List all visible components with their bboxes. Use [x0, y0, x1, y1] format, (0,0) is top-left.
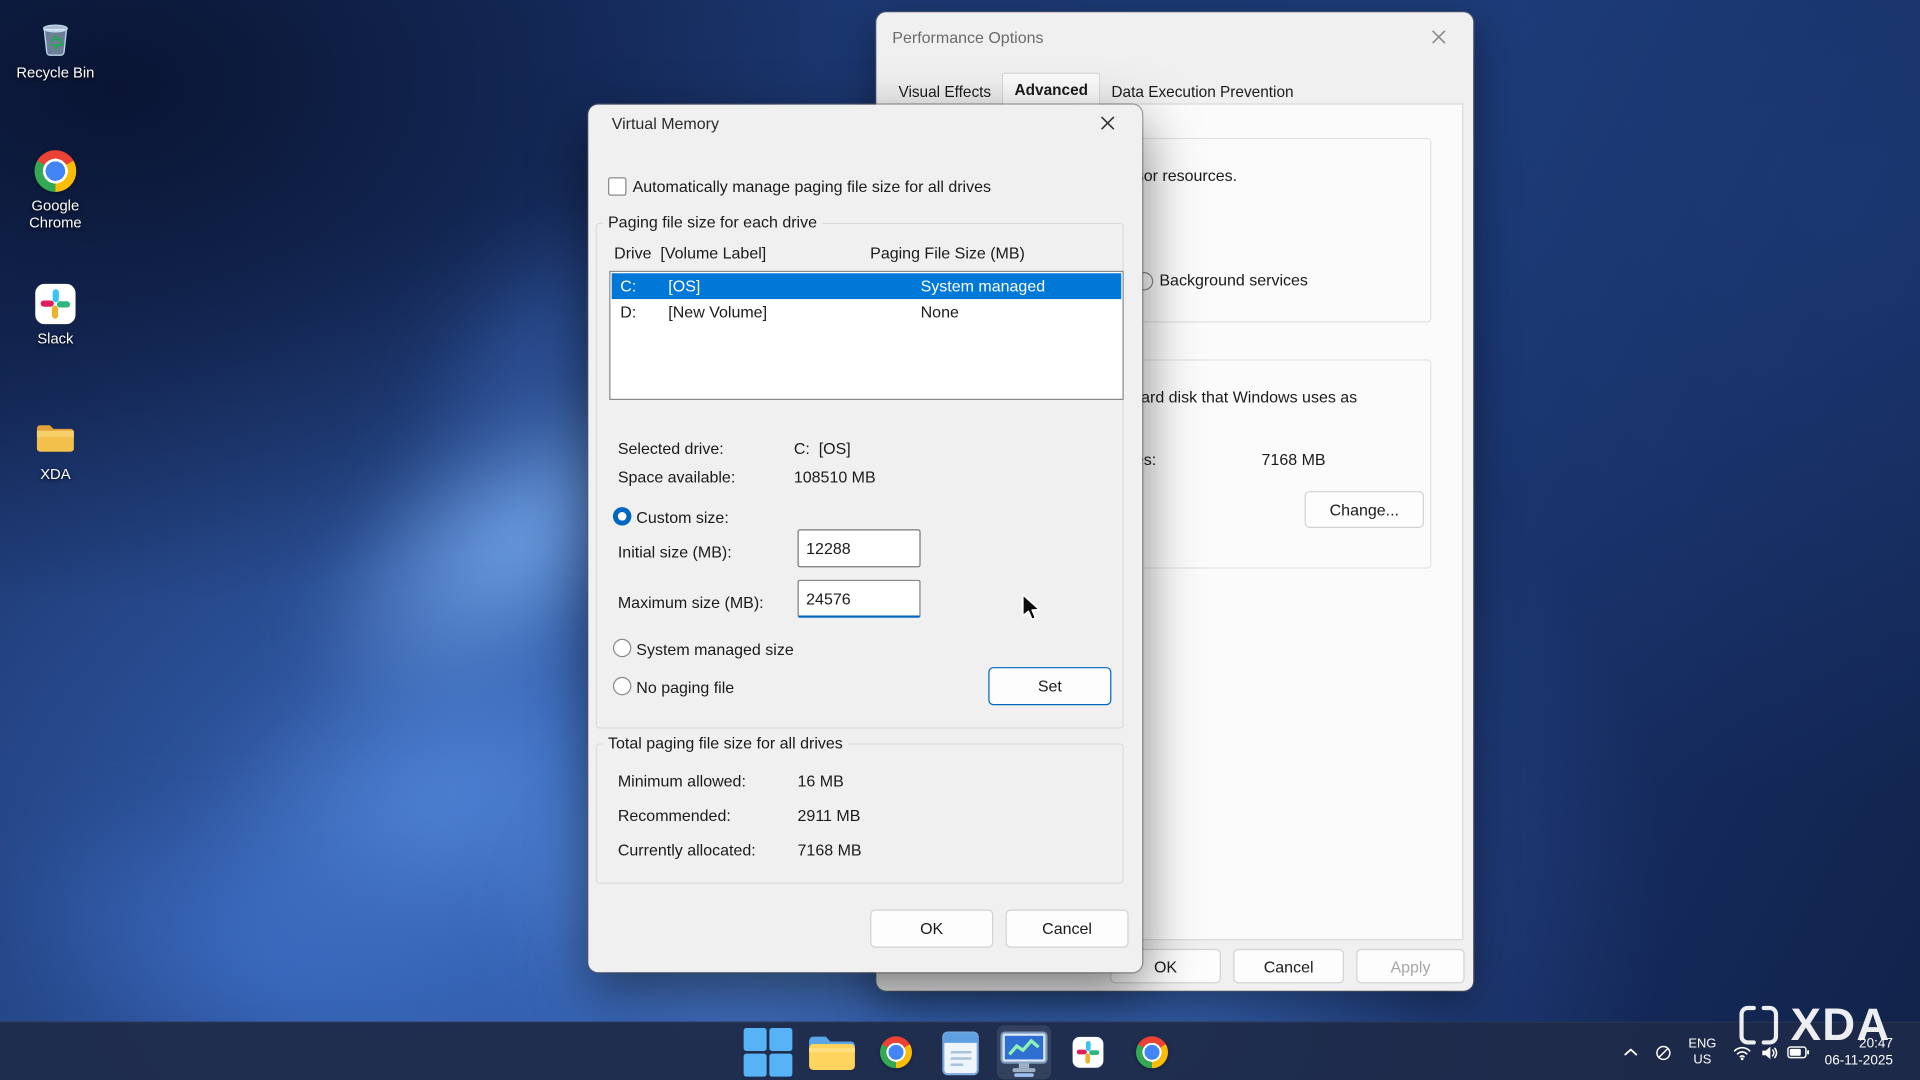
date: 06-11-2025 — [1824, 1053, 1893, 1069]
set-button[interactable]: Set — [988, 667, 1112, 706]
space-available-value: 108510 MB — [793, 467, 876, 487]
title-bar[interactable]: Virtual Memory — [588, 105, 1142, 142]
screen: Recycle Bin Google Chrome Slack XDA Perf… — [0, 0, 1920, 1080]
recommended-label: Recommended: — [617, 806, 731, 825]
drive-paging-size: System managed — [920, 276, 1046, 295]
drive-letter: D: — [620, 302, 637, 321]
column-header-size: Paging File Size (MB) — [870, 243, 1025, 263]
system-managed-label[interactable]: System managed size — [636, 640, 793, 658]
drive-letter: C: — [620, 276, 637, 295]
cancel-button[interactable]: Cancel — [1005, 909, 1129, 948]
language-line1: ENG — [1688, 1036, 1717, 1051]
notepad-icon — [942, 1031, 979, 1076]
total-paging-group-label: Total paging file size for all drives — [603, 733, 848, 752]
xda-logo-icon — [1739, 1005, 1778, 1044]
auto-manage-label[interactable]: Automatically manage paging file size fo… — [633, 177, 991, 195]
auto-manage-checkbox[interactable] — [607, 177, 627, 196]
selected-drive-label: Selected drive: — [617, 439, 724, 458]
cancel-button[interactable]: Cancel — [1233, 948, 1344, 984]
desktop-icon-label: Recycle Bin — [16, 63, 95, 82]
maximum-size-input[interactable] — [797, 579, 921, 618]
space-available-label: Space available: — [617, 467, 736, 487]
initial-size-input[interactable] — [797, 529, 921, 568]
dialog-title: Performance Options — [892, 28, 1044, 47]
xda-watermark-text: XDA — [1790, 999, 1891, 1050]
close-icon[interactable] — [1081, 105, 1135, 142]
file-explorer-button[interactable] — [805, 1025, 859, 1079]
apply-button: Apply — [1356, 948, 1465, 984]
chrome-icon — [4, 145, 107, 192]
desktop-icon-slack[interactable]: Slack — [4, 278, 107, 347]
total-paging-value: 7168 MB — [1261, 450, 1326, 469]
recycle-bin-icon — [4, 12, 107, 59]
dialog-title: Virtual Memory — [611, 114, 719, 133]
drive-list[interactable]: C: [OS] System managed D: [New Volume] N… — [609, 270, 1124, 400]
drive-volume: [OS] — [668, 276, 701, 295]
selected-drive-value: C: [OS] — [793, 439, 851, 458]
desktop-icon-xda-folder[interactable]: XDA — [4, 414, 107, 483]
system-properties-button[interactable] — [996, 1025, 1052, 1080]
recommended-value: 2911 MB — [797, 806, 861, 825]
drive-row-c[interactable]: C: [OS] System managed — [611, 273, 1122, 300]
slack-button[interactable] — [1061, 1025, 1115, 1079]
desktop-icon-label: Slack — [37, 329, 74, 348]
slack-icon — [4, 278, 107, 325]
virtual-memory-dialog: Virtual Memory Automatically manage pagi… — [588, 104, 1143, 973]
maximum-size-label: Maximum size (MB): — [617, 593, 764, 612]
start-button[interactable] — [741, 1025, 795, 1079]
system-managed-radio[interactable] — [612, 638, 632, 658]
windows-start-icon — [743, 1027, 793, 1077]
hidden-icons-chevron[interactable] — [1623, 1047, 1638, 1057]
title-bar[interactable]: Performance Options — [876, 12, 1473, 61]
chrome-icon — [879, 1036, 912, 1069]
xda-watermark: XDA — [1738, 999, 1891, 1050]
desktop-icon-google-chrome[interactable]: Google Chrome — [4, 145, 107, 232]
desktop-icon-label: XDA — [40, 465, 71, 483]
no-paging-file-radio[interactable] — [612, 676, 632, 696]
drive-row-d[interactable]: D: [New Volume] None — [612, 299, 1122, 325]
language-switcher[interactable]: ENG US — [1688, 1036, 1716, 1068]
mouse-cursor — [1021, 593, 1041, 621]
desktop-icon-recycle-bin[interactable]: Recycle Bin — [4, 12, 107, 81]
taskbar: ENG US 20:47 06-11-2025 — [0, 1021, 1920, 1080]
ok-button[interactable]: OK — [870, 909, 994, 948]
currently-allocated-label: Currently allocated: — [617, 840, 756, 860]
minimum-allowed-label: Minimum allowed: — [617, 771, 746, 791]
desktop-icon-label: Google Chrome — [29, 196, 82, 232]
no-paging-file-label[interactable]: No paging file — [636, 678, 734, 696]
system-monitor-icon — [1000, 1031, 1048, 1073]
slack-icon — [1072, 1036, 1104, 1068]
close-icon[interactable] — [1414, 18, 1463, 55]
paging-file-group-label: Paging file size for each drive — [603, 212, 822, 232]
tab-strip: Visual Effects Advanced Data Execution P… — [887, 72, 1304, 106]
change-button[interactable]: Change... — [1304, 491, 1424, 528]
notepad-button[interactable] — [933, 1025, 987, 1079]
minimum-allowed-value: 16 MB — [797, 771, 844, 791]
do-not-disturb-button[interactable] — [1654, 1043, 1672, 1061]
tab-advanced[interactable]: Advanced — [1002, 72, 1101, 106]
do-not-disturb-icon — [1655, 1045, 1671, 1060]
folder-icon — [4, 414, 107, 461]
language-line2: US — [1693, 1052, 1712, 1068]
custom-size-radio[interactable] — [612, 507, 632, 526]
taskbar-center-icons — [741, 1025, 1179, 1080]
chevron-up-icon — [1624, 1048, 1637, 1056]
chrome-button[interactable] — [869, 1025, 923, 1079]
drive-volume: [New Volume] — [668, 302, 768, 321]
background-services-label[interactable]: Background services — [1159, 271, 1308, 289]
column-header-drive: Drive [Volume Label] — [614, 243, 767, 263]
chrome-window-button[interactable] — [1125, 1025, 1179, 1079]
file-explorer-icon — [809, 1036, 855, 1071]
initial-size-label: Initial size (MB): — [617, 542, 732, 562]
drive-paging-size: None — [920, 302, 959, 321]
currently-allocated-value: 7168 MB — [797, 840, 862, 860]
chrome-icon — [1135, 1036, 1168, 1069]
custom-size-label[interactable]: Custom size: — [636, 508, 728, 526]
